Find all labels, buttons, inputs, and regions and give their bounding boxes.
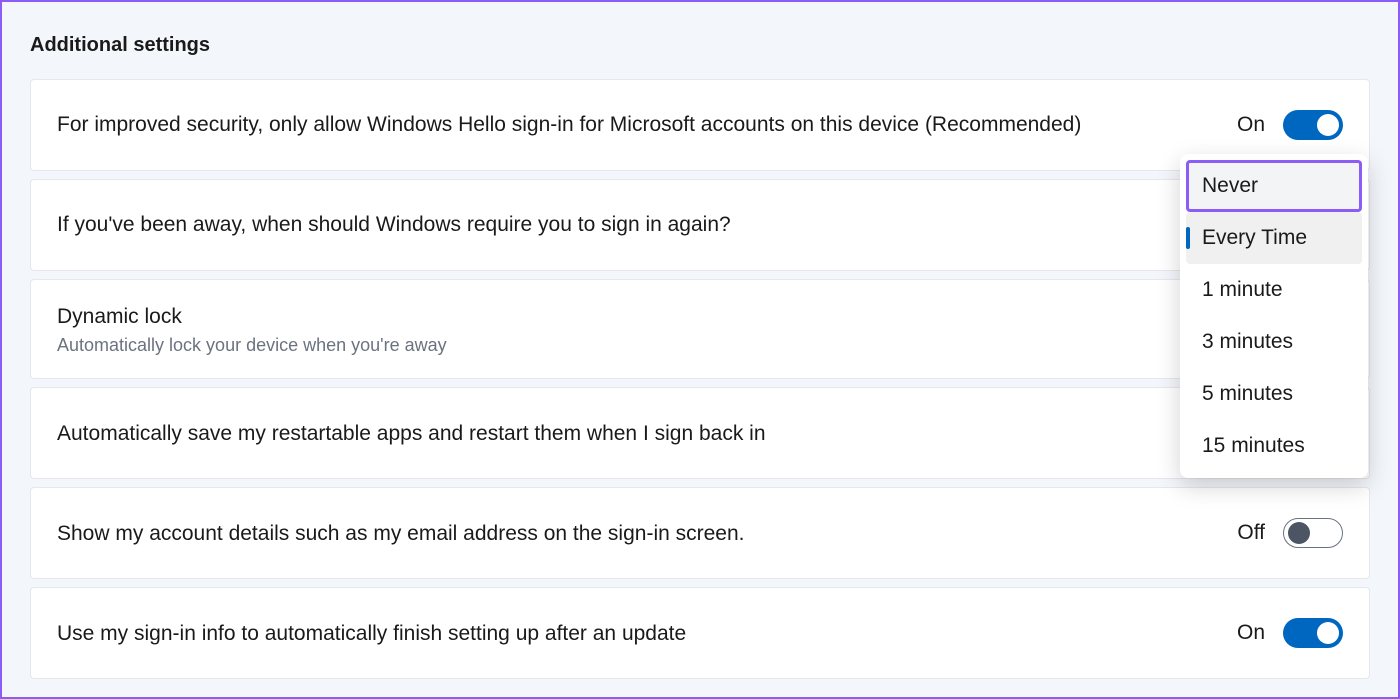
row-account-details: Show my account details such as my email… — [30, 487, 1370, 579]
dropdown-option-every-time[interactable]: Every Time — [1186, 212, 1362, 264]
toggle-state-label: Off — [1237, 521, 1265, 545]
row-label: Use my sign-in info to automatically fin… — [57, 619, 686, 648]
row-dynamic-lock[interactable]: Dynamic lock Automatically lock your dev… — [30, 279, 1370, 379]
signin-info-toggle[interactable] — [1283, 618, 1343, 648]
toggle-state-label: On — [1237, 113, 1265, 137]
dropdown-option-5-minutes[interactable]: 5 minutes — [1186, 368, 1362, 420]
toggle-state-label: On — [1237, 621, 1265, 645]
account-details-toggle[interactable] — [1283, 518, 1343, 548]
windows-hello-toggle[interactable] — [1283, 110, 1343, 140]
row-restartable-apps: Automatically save my restartable apps a… — [30, 387, 1370, 479]
row-label: If you've been away, when should Windows… — [57, 210, 731, 239]
dropdown-option-never[interactable]: Never — [1186, 160, 1362, 212]
require-signin-dropdown[interactable]: Never Every Time 1 minute 3 minutes 5 mi… — [1180, 154, 1368, 478]
row-require-signin: If you've been away, when should Windows… — [30, 179, 1370, 271]
row-subtitle: Automatically lock your device when you'… — [57, 335, 447, 356]
section-title: Additional settings — [30, 34, 1370, 57]
dropdown-option-15-minutes[interactable]: 15 minutes — [1186, 420, 1362, 472]
toggle-group: Off — [1237, 518, 1343, 548]
row-label: Automatically save my restartable apps a… — [57, 419, 766, 448]
row-label: For improved security, only allow Window… — [57, 110, 1081, 139]
settings-panel: Additional settings For improved securit… — [2, 2, 1398, 679]
dropdown-option-3-minutes[interactable]: 3 minutes — [1186, 316, 1362, 368]
toggle-group: On — [1237, 110, 1343, 140]
row-signin-info: Use my sign-in info to automatically fin… — [30, 587, 1370, 679]
row-label: Show my account details such as my email… — [57, 519, 745, 548]
dropdown-option-1-minute[interactable]: 1 minute — [1186, 264, 1362, 316]
row-title: Dynamic lock — [57, 302, 447, 331]
toggle-group: On — [1237, 618, 1343, 648]
row-text-block: Dynamic lock Automatically lock your dev… — [57, 302, 447, 356]
row-windows-hello: For improved security, only allow Window… — [30, 79, 1370, 171]
